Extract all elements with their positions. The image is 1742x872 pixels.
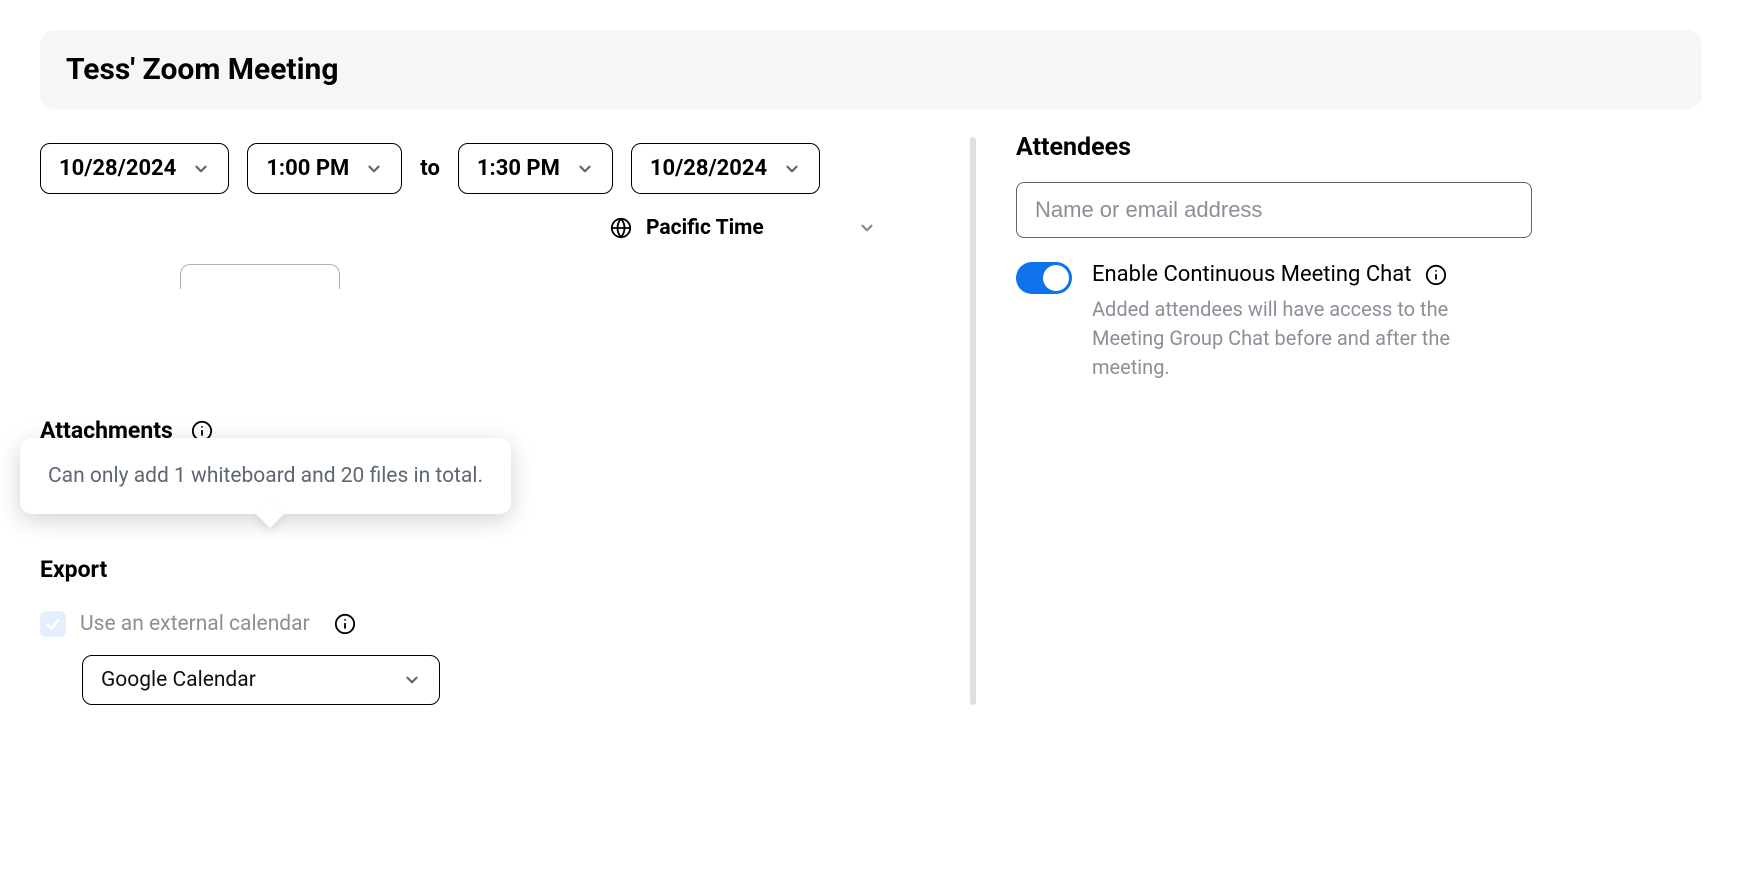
info-icon[interactable] bbox=[1425, 264, 1447, 286]
end-time-value: 1:30 PM bbox=[477, 156, 560, 181]
external-calendar-label: Use an external calendar bbox=[80, 612, 310, 636]
continuous-chat-description: Added attendees will have access to the … bbox=[1092, 295, 1522, 382]
schedule-panel: 10/28/2024 1:00 PM to 1:30 PM bbox=[40, 133, 970, 705]
continuous-chat-label: Enable Continuous Meeting Chat bbox=[1092, 262, 1411, 287]
external-calendar-checkbox[interactable] bbox=[40, 611, 66, 637]
calendar-select-value: Google Calendar bbox=[101, 668, 256, 692]
timezone-selector[interactable]: Pacific Time bbox=[40, 216, 970, 240]
start-date-picker[interactable]: 10/28/2024 bbox=[40, 143, 229, 194]
export-heading: Export bbox=[40, 556, 970, 583]
tooltip-text: Can only add 1 whiteboard and 20 files i… bbox=[48, 464, 483, 488]
chevron-down-icon bbox=[192, 160, 210, 178]
meeting-title[interactable]: Tess' Zoom Meeting bbox=[40, 30, 1702, 109]
to-label: to bbox=[420, 156, 440, 181]
attendees-input[interactable] bbox=[1016, 182, 1532, 238]
chevron-down-icon bbox=[858, 219, 876, 237]
globe-icon bbox=[610, 217, 632, 239]
attendees-heading: Attendees bbox=[1016, 133, 1702, 162]
chevron-down-icon bbox=[365, 160, 383, 178]
toggle-knob bbox=[1043, 265, 1069, 291]
info-icon[interactable] bbox=[334, 613, 356, 635]
start-date-value: 10/28/2024 bbox=[59, 156, 176, 181]
end-date-value: 10/28/2024 bbox=[650, 156, 767, 181]
attendees-panel: Attendees Enable Continuous Meeting Chat… bbox=[976, 133, 1702, 705]
chevron-down-icon bbox=[403, 671, 421, 689]
datetime-row: 10/28/2024 1:00 PM to 1:30 PM bbox=[40, 143, 970, 194]
start-time-picker[interactable]: 1:00 PM bbox=[247, 143, 402, 194]
start-time-value: 1:00 PM bbox=[266, 156, 349, 181]
end-time-picker[interactable]: 1:30 PM bbox=[458, 143, 613, 194]
timezone-value: Pacific Time bbox=[646, 216, 764, 240]
calendar-select[interactable]: Google Calendar bbox=[82, 655, 440, 705]
attachments-tooltip: Can only add 1 whiteboard and 20 files i… bbox=[20, 438, 511, 514]
continuous-chat-toggle[interactable] bbox=[1016, 262, 1072, 294]
chevron-down-icon bbox=[576, 160, 594, 178]
partial-control[interactable] bbox=[180, 264, 340, 289]
end-date-picker[interactable]: 10/28/2024 bbox=[631, 143, 820, 194]
chevron-down-icon bbox=[783, 160, 801, 178]
